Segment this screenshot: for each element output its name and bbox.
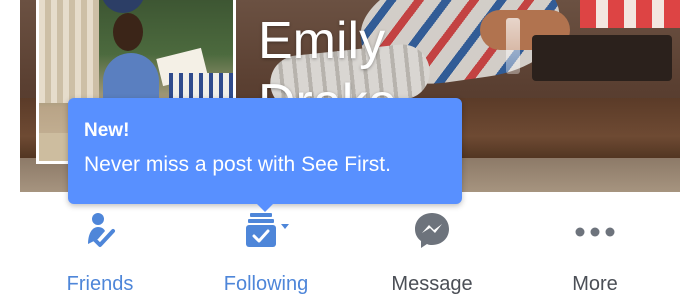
friends-button[interactable]: Friends [30,210,170,295]
see-first-tooltip[interactable]: New! Never miss a post with See First. [68,98,462,212]
cover-photo-detail [532,35,672,81]
following-inbox-icon [246,213,289,247]
profile-picture-detail [101,0,145,13]
profile-screen: Emily Drako New! Never miss a post with … [0,0,700,300]
chevron-down-icon [281,224,289,229]
friends-label: Friends [66,273,134,295]
message-button[interactable]: Message [362,210,502,295]
following-button[interactable]: Following [196,210,336,295]
message-label: Message [391,273,473,295]
more-dots-icon [575,227,615,237]
more-label: More [572,273,618,295]
following-label: Following [223,273,309,295]
tooltip-body: Never miss a post with See First. [84,153,391,176]
cover-photo-detail [506,18,520,74]
profile-picture-detail [113,13,143,51]
profile-picture-detail [39,0,99,103]
profile-action-bar: Friends Following Message More [0,192,700,300]
profile-name-first: Emily [258,12,386,70]
friends-check-icon [88,213,115,247]
tooltip-title: New! [84,120,130,141]
messenger-icon [415,213,449,248]
more-button[interactable]: More [525,210,665,295]
cover-photo-detail [580,0,680,28]
